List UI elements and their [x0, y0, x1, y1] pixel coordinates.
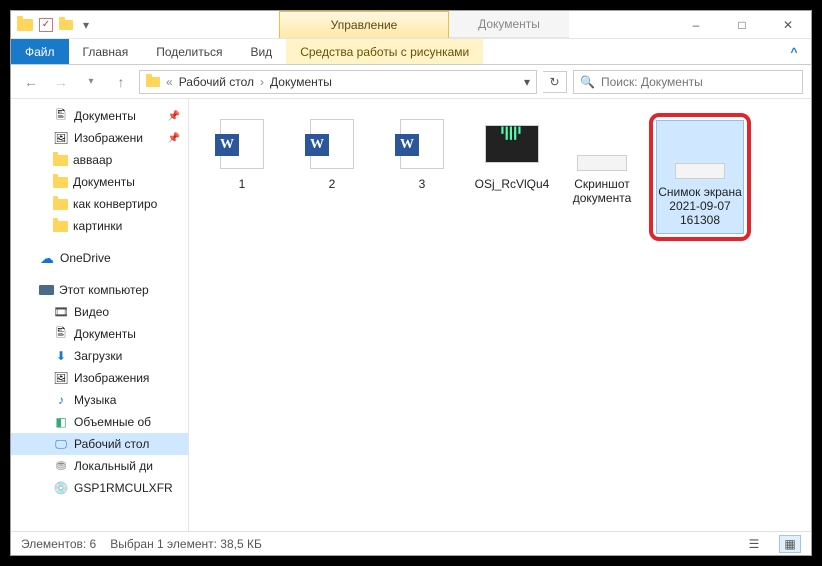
qat-folder-icon[interactable]	[59, 20, 73, 30]
tab-file[interactable]: Файл	[11, 39, 69, 64]
search-input[interactable]	[601, 75, 796, 89]
tab-home[interactable]: Главная	[69, 39, 143, 64]
tree-folder-convert[interactable]: как конвертиро	[11, 193, 188, 215]
file-item[interactable]: 1	[199, 113, 285, 233]
status-item-count: Элементов: 6	[21, 537, 96, 551]
tab-view[interactable]: Вид	[236, 39, 286, 64]
image-thumbnail-icon	[577, 155, 627, 171]
view-icons-button[interactable]: ▦	[779, 535, 801, 553]
file-item[interactable]: ▌▌▌▌▌▌▌▌ OSj_RcVlQu4	[469, 113, 555, 233]
address-row: ← → ▾ ↑ « Рабочий стол › Документы ▾ ↻ 🔍	[11, 65, 811, 99]
tree-pc-video[interactable]: 🎞Видео	[11, 301, 188, 323]
video-icon: 🎞	[53, 305, 69, 319]
close-button[interactable]: ✕	[765, 11, 811, 38]
image-thumbnail-icon	[675, 163, 725, 179]
file-item[interactable]: Скриншот документа	[559, 113, 645, 233]
qat-dropdown-icon[interactable]: ▾	[79, 18, 93, 32]
folder-icon	[53, 199, 68, 210]
tree-pc-desktop[interactable]: 🖵Рабочий стол	[11, 433, 188, 455]
breadcrumb-overflow[interactable]: «	[166, 75, 173, 89]
pictures-icon: 🖼	[53, 131, 69, 145]
folder-icon	[53, 155, 68, 166]
ribbon-tabs: Файл Главная Поделиться Вид Средства раб…	[11, 39, 811, 65]
status-bar: Элементов: 6 Выбран 1 элемент: 38,5 КБ ☰…	[11, 531, 811, 555]
tree-folder-documents[interactable]: Документы	[11, 171, 188, 193]
file-label: Снимок экрана 2021-09-07 161308	[657, 185, 743, 227]
tab-share[interactable]: Поделиться	[142, 39, 236, 64]
minimize-button[interactable]: –	[673, 11, 719, 38]
highlight-callout: Снимок экрана 2021-09-07 161308	[649, 113, 751, 241]
tree-pc-localdisk[interactable]: ⛃Локальный ди	[11, 455, 188, 477]
drive-icon: ⛃	[53, 459, 69, 473]
address-bar[interactable]: « Рабочий стол › Документы ▾	[139, 70, 537, 94]
downloads-icon: ⬇	[53, 349, 69, 363]
word-file-icon	[220, 119, 264, 169]
refresh-button[interactable]: ↻	[543, 71, 567, 93]
breadcrumb-desktop[interactable]: Рабочий стол	[179, 75, 254, 89]
search-box[interactable]: 🔍	[573, 70, 803, 94]
file-label: 2	[329, 177, 336, 191]
address-folder-icon	[146, 77, 160, 87]
title-tab-documents: Документы	[449, 11, 569, 38]
cube-icon: ◧	[53, 415, 69, 429]
qat-checkbox-icon[interactable]: ✓	[39, 18, 53, 32]
pin-icon: 📌	[168, 111, 180, 122]
folder-icon	[53, 177, 68, 188]
tree-pc-music[interactable]: ♪Музыка	[11, 389, 188, 411]
ribbon-help-icon[interactable]: ^	[777, 39, 811, 64]
window-folder-icon	[17, 19, 33, 31]
file-item[interactable]: 3	[379, 113, 465, 233]
nav-recent-dropdown[interactable]: ▾	[79, 70, 103, 94]
tree-pc-documents[interactable]: 🖺Документы	[11, 323, 188, 345]
breadcrumb-documents[interactable]: Документы	[270, 75, 332, 89]
music-icon: ♪	[53, 393, 69, 407]
tab-picture-tools[interactable]: Средства работы с рисунками	[286, 39, 483, 64]
document-icon: 🖺	[53, 327, 69, 341]
tree-this-pc[interactable]: Этот компьютер	[11, 279, 188, 301]
file-label: 1	[239, 177, 246, 191]
tree-onedrive[interactable]: ☁OneDrive	[11, 247, 188, 269]
explorer-window: ✓ ▾ Управление Документы – □ ✕ Файл Глав…	[10, 10, 812, 556]
address-dropdown-icon[interactable]: ▾	[524, 75, 530, 89]
tree-quickaccess-images[interactable]: 🖼Изображени📌	[11, 127, 188, 149]
tree-pc-3dobjects[interactable]: ◧Объемные об	[11, 411, 188, 433]
file-label: 3	[419, 177, 426, 191]
pc-icon	[39, 285, 54, 295]
tree-folder-pictures[interactable]: картинки	[11, 215, 188, 237]
maximize-button[interactable]: □	[719, 11, 765, 38]
pictures-icon: 🖼	[53, 371, 69, 385]
title-bar: ✓ ▾ Управление Документы – □ ✕	[11, 11, 811, 39]
word-file-icon	[310, 119, 354, 169]
tree-quickaccess-documents[interactable]: 🖺Документы📌	[11, 105, 188, 127]
tree-pc-gsp[interactable]: 💿GSP1RMCULXFR	[11, 477, 188, 499]
onedrive-icon: ☁	[39, 251, 55, 265]
disc-icon: 💿	[53, 481, 69, 495]
file-item-selected[interactable]: Снимок экрана 2021-09-07 161308	[657, 121, 743, 233]
nav-back-button[interactable]: ←	[19, 70, 43, 94]
desktop-icon: 🖵	[53, 437, 69, 451]
ribbon-context-tab-manage[interactable]: Управление	[279, 11, 449, 38]
view-details-button[interactable]: ☰	[743, 535, 765, 553]
file-label: OSj_RcVlQu4	[475, 177, 550, 191]
nav-forward-button[interactable]: →	[49, 70, 73, 94]
nav-tree[interactable]: 🖺Документы📌 🖼Изображени📌 авваар Документ…	[11, 99, 189, 531]
word-file-icon	[400, 119, 444, 169]
search-icon: 🔍	[580, 75, 595, 89]
tree-folder-avvaar[interactable]: авваар	[11, 149, 188, 171]
document-icon: 🖺	[53, 109, 69, 123]
file-item[interactable]: 2	[289, 113, 375, 233]
image-thumbnail-icon: ▌▌▌▌▌▌▌▌	[485, 125, 539, 163]
folder-icon	[53, 221, 68, 232]
tree-pc-images[interactable]: 🖼Изображения	[11, 367, 188, 389]
nav-up-button[interactable]: ↑	[109, 70, 133, 94]
file-list[interactable]: 1 2 3 ▌▌▌▌▌▌▌▌ OSj_RcVlQu4 Скриншот доку…	[189, 99, 811, 531]
tree-pc-downloads[interactable]: ⬇Загрузки	[11, 345, 188, 367]
file-label: Скриншот документа	[559, 177, 645, 205]
pin-icon: 📌	[168, 133, 180, 144]
status-selection: Выбран 1 элемент: 38,5 КБ	[110, 537, 262, 551]
